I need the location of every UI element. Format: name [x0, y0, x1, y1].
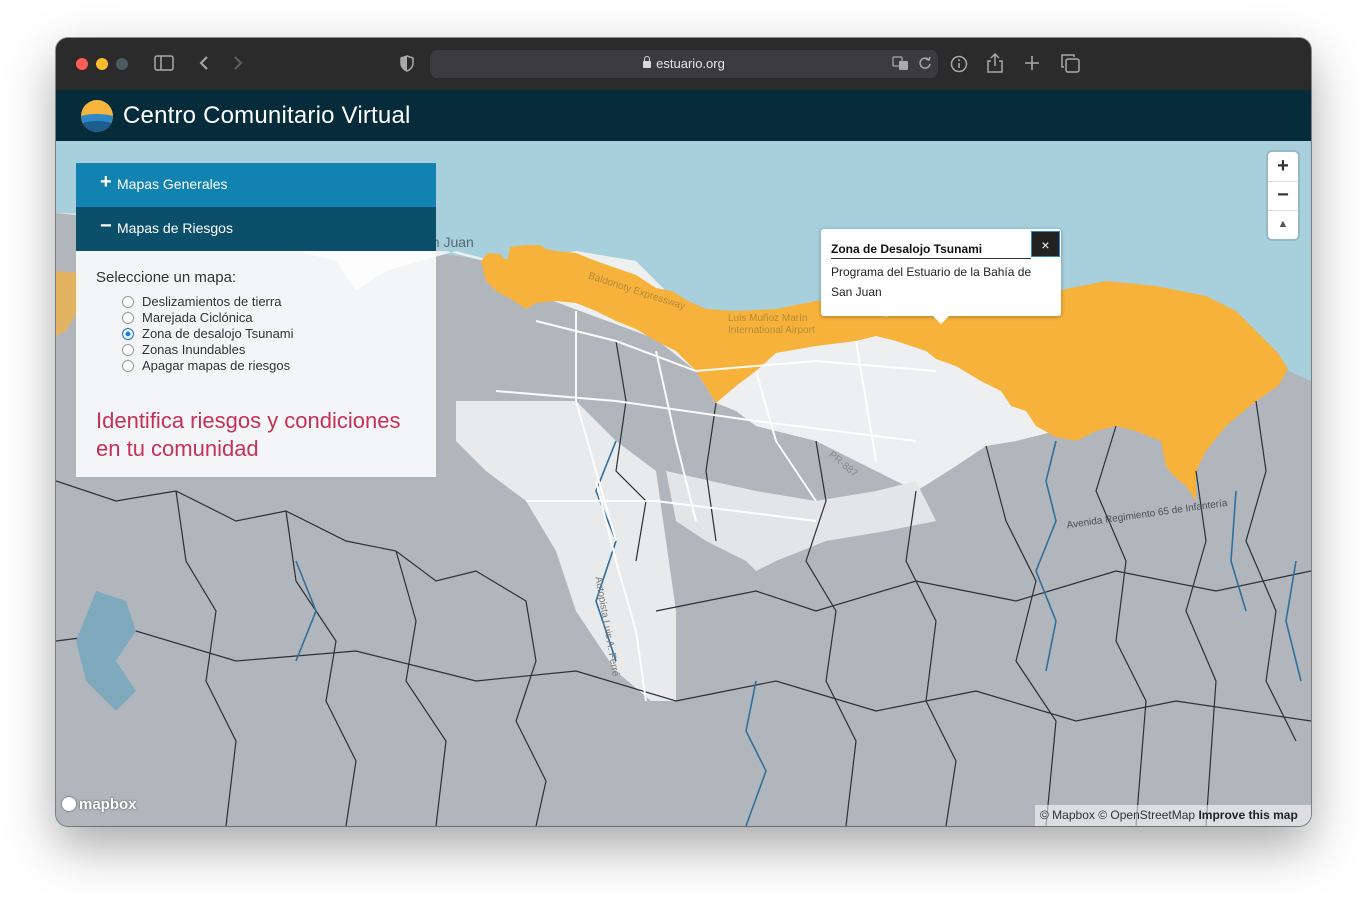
tabs-overview-icon[interactable]: [1061, 54, 1080, 76]
radio-apagar[interactable]: [122, 360, 134, 372]
mapbox-logo[interactable]: mapbox: [62, 796, 137, 813]
improve-map-link[interactable]: Improve this map: [1198, 808, 1297, 822]
popup-close-button[interactable]: ×: [1031, 231, 1060, 257]
reload-icon[interactable]: [918, 55, 932, 74]
expand-icon: +: [100, 171, 112, 193]
radio-deslizamientos[interactable]: [122, 296, 134, 308]
option-label[interactable]: Zona de desalojo Tsunami: [142, 326, 294, 341]
map-canvas[interactable]: an Juan Luis Muñoz Marín International A…: [56, 141, 1311, 826]
address-bar[interactable]: estuario.org: [430, 50, 938, 78]
option-label[interactable]: Deslizamientos de tierra: [142, 294, 281, 309]
popup-divider: [831, 258, 1031, 259]
mapbox-icon: [62, 797, 76, 811]
section-label: Mapas de Riesgos: [117, 220, 233, 236]
option-label[interactable]: Apagar mapas de riesgos: [142, 358, 290, 373]
zoom-out-button[interactable]: −: [1268, 181, 1298, 210]
map-navigation-control: + − ▲: [1268, 152, 1298, 239]
popup-text: Programa del Estuario de la Bahía de San…: [831, 265, 1032, 299]
minimize-window-button[interactable]: [96, 58, 108, 70]
radio-marejada[interactable]: [122, 312, 134, 324]
shield-icon[interactable]: [400, 55, 414, 75]
zoom-window-button[interactable]: [116, 58, 128, 70]
select-map-label: Seleccione un mapa:: [96, 269, 237, 286]
info-icon[interactable]: [950, 55, 968, 76]
radio-tsunami[interactable]: [122, 328, 134, 340]
estuary-logo-icon[interactable]: [81, 100, 113, 132]
new-tab-icon[interactable]: [1024, 55, 1040, 74]
forward-icon[interactable]: [232, 55, 244, 74]
option-label[interactable]: Marejada Ciclónica: [142, 310, 253, 325]
close-window-button[interactable]: [76, 58, 88, 70]
map-selector-panel: + Mapas Generales − Mapas de Riesgos Sel…: [76, 163, 436, 477]
app-title: Centro Comunitario Virtual: [123, 102, 411, 129]
map-attribution: © Mapbox © OpenStreetMap Improve this ma…: [1035, 805, 1311, 826]
compass-icon[interactable]: ▲: [1268, 210, 1298, 239]
section-mapas-de-riesgos[interactable]: − Mapas de Riesgos: [76, 207, 436, 251]
option-label[interactable]: Zonas Inundables: [142, 342, 245, 357]
attribution-osm[interactable]: © OpenStreetMap: [1098, 808, 1195, 822]
radio-inundables[interactable]: [122, 344, 134, 356]
sidebar-icon[interactable]: [154, 55, 174, 74]
url-text: estuario.org: [656, 56, 725, 71]
section-label: Mapas Generales: [117, 176, 228, 192]
lock-icon: [643, 56, 652, 68]
map-popup: Zona de Desalojo Tsunami Programa del Es…: [821, 229, 1061, 324]
zoom-in-button[interactable]: +: [1268, 152, 1298, 181]
tagline: Identifica riesgos y condiciones en tu c…: [96, 408, 401, 461]
risk-map-options: Seleccione un mapa: Deslizamientos de ti…: [76, 251, 436, 477]
section-mapas-generales[interactable]: + Mapas Generales: [76, 163, 436, 207]
browser-window: estuario.org Centro Comunitario Virtual: [56, 38, 1311, 826]
back-icon[interactable]: [198, 55, 210, 74]
mapbox-logo-text: mapbox: [79, 796, 137, 813]
translate-icon[interactable]: [892, 55, 910, 74]
attribution-mapbox[interactable]: © Mapbox: [1040, 808, 1095, 822]
map-label-airport: Luis Muñoz Marín International Airport: [728, 313, 815, 336]
share-icon[interactable]: [987, 52, 1003, 76]
popup-title: Zona de Desalojo Tsunami: [831, 242, 983, 256]
app-header: Centro Comunitario Virtual: [56, 90, 1311, 141]
collapse-icon: −: [100, 215, 112, 237]
browser-toolbar: estuario.org: [56, 38, 1311, 90]
